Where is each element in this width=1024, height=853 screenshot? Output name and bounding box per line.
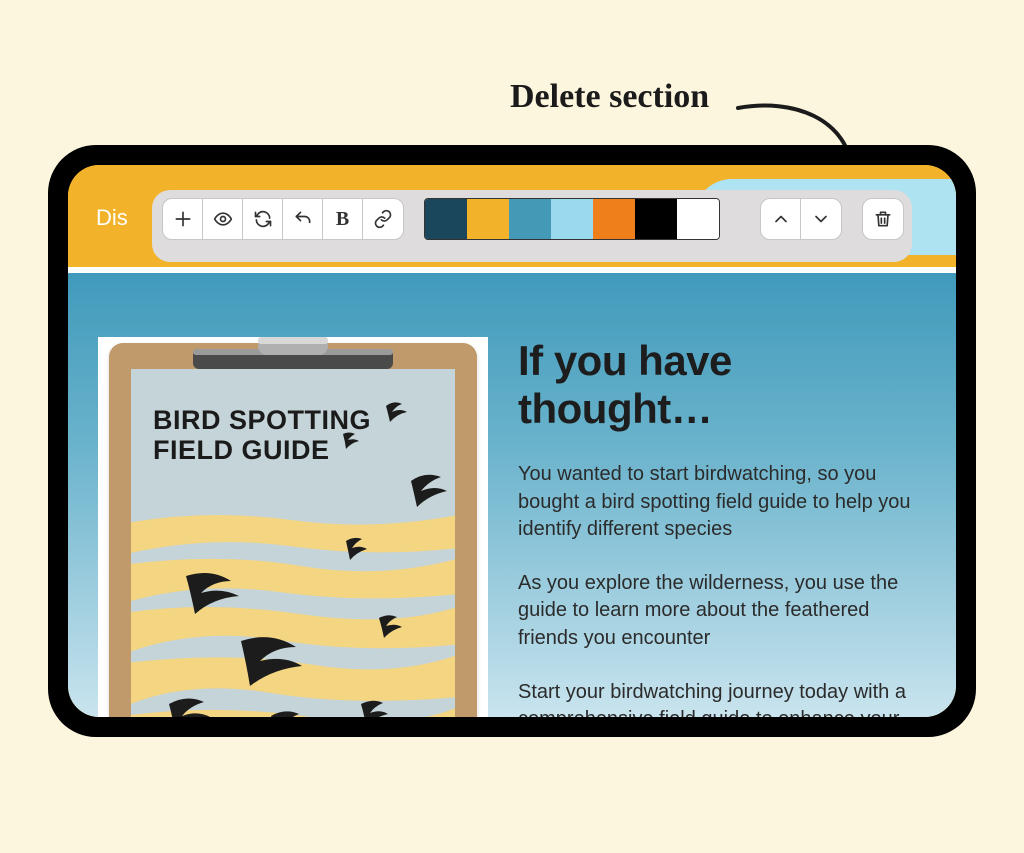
move-up-button[interactable]: [761, 199, 801, 239]
swatch-5[interactable]: [593, 199, 635, 239]
content-heading[interactable]: If you have thought…: [518, 337, 916, 433]
trash-icon: [873, 209, 893, 229]
link-icon: [373, 209, 393, 229]
undo-button[interactable]: [283, 199, 323, 239]
section-toolbar: B: [152, 190, 912, 262]
refresh-icon: [253, 209, 273, 229]
clipboard-clip: [188, 337, 398, 371]
header-bar: Dis B: [68, 165, 956, 267]
color-palette: [424, 198, 720, 240]
content-paragraph-1[interactable]: You wanted to start birdwatching, so you…: [518, 461, 916, 544]
clipboard-image: BIRD SPOTTING FIELD GUIDE: [98, 337, 488, 717]
refresh-button[interactable]: [243, 199, 283, 239]
bold-button[interactable]: B: [323, 199, 363, 239]
move-button-group: [760, 198, 842, 240]
chevron-up-icon: [771, 209, 791, 229]
undo-icon: [293, 209, 313, 229]
swatch-2[interactable]: [467, 199, 509, 239]
eye-icon: [213, 209, 233, 229]
guide-title: BIRD SPOTTING FIELD GUIDE: [153, 405, 371, 465]
header-partial-text: Dis: [96, 205, 128, 231]
swatch-3[interactable]: [509, 199, 551, 239]
guide-paper: BIRD SPOTTING FIELD GUIDE: [131, 369, 455, 717]
content-text-column: If you have thought… You wanted to start…: [518, 337, 916, 717]
tablet-frame: Dis B: [48, 145, 976, 737]
swatch-6[interactable]: [635, 199, 677, 239]
clipboard-board: BIRD SPOTTING FIELD GUIDE: [109, 343, 477, 717]
preview-button[interactable]: [203, 199, 243, 239]
add-button[interactable]: [163, 199, 203, 239]
swatch-4[interactable]: [551, 199, 593, 239]
link-button[interactable]: [363, 199, 403, 239]
content-paragraph-3[interactable]: Start your birdwatching journey today wi…: [518, 679, 916, 717]
section-content: BIRD SPOTTING FIELD GUIDE If you have th…: [68, 267, 956, 717]
swatch-7[interactable]: [677, 199, 719, 239]
content-paragraph-2[interactable]: As you explore the wilderness, you use t…: [518, 570, 916, 653]
annotation-label: Delete section: [510, 78, 709, 116]
edit-button-group: B: [162, 198, 404, 240]
screen: Dis B: [68, 165, 956, 717]
plus-icon: [173, 209, 193, 229]
chevron-down-icon: [811, 209, 831, 229]
delete-section-button[interactable]: [862, 198, 904, 240]
swatch-1[interactable]: [425, 199, 467, 239]
move-down-button[interactable]: [801, 199, 841, 239]
